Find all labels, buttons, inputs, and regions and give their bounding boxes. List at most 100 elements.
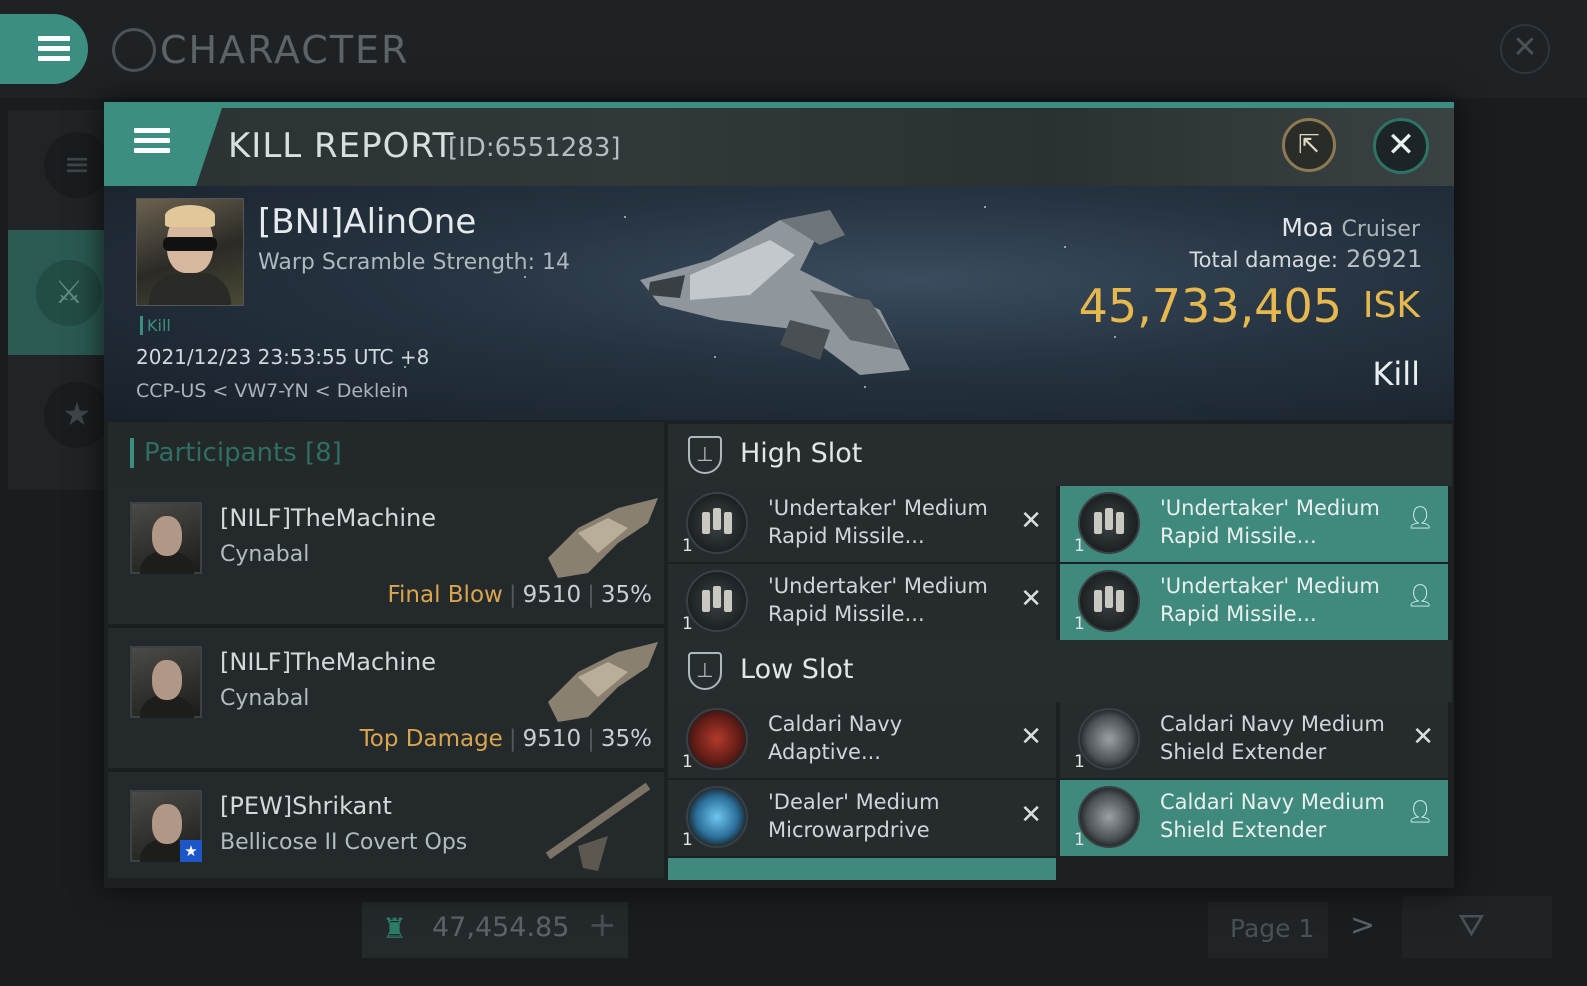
victim-portrait[interactable]	[136, 198, 244, 306]
participant-row[interactable]: ★ [PEW]Shrikant Bellicose II Covert Ops	[108, 772, 664, 878]
participant-name: [NILF]TheMachine	[220, 648, 437, 676]
dropped-person-icon: 👤︎	[1406, 584, 1434, 609]
dropped-person-icon: 👤︎	[1406, 506, 1434, 531]
module-item[interactable]: 1 'Dealer' Medium Microwarpdrive ✕	[668, 780, 1056, 856]
total-damage-value: 26921	[1346, 245, 1423, 273]
list-icon[interactable]: ≡	[44, 132, 110, 198]
module-name: 'Undertaker' Medium Rapid Missile...	[768, 496, 988, 548]
result-label: Kill	[1372, 355, 1420, 393]
participant-name: [PEW]Shrikant	[220, 792, 392, 820]
ship-type: Moa	[1281, 213, 1334, 242]
missile-launcher-icon	[1078, 492, 1140, 554]
module-item[interactable]: 1 'Undertaker' Medium Rapid Missile... ✕	[668, 486, 1056, 562]
star-badge-icon: ★	[180, 840, 202, 862]
participant-ship: Cynabal	[220, 686, 310, 711]
module-name: 'Undertaker' Medium Rapid Missile...	[1160, 496, 1380, 548]
page-label: Page 1	[1230, 914, 1315, 943]
missile-launcher-icon	[1078, 570, 1140, 632]
menu-icon	[134, 128, 170, 154]
final-blow-tag: Final Blow	[387, 582, 503, 608]
hardener-icon	[686, 708, 748, 770]
next-page-button[interactable]: >	[1350, 908, 1375, 943]
ship-class: Cruiser	[1341, 217, 1420, 242]
shield-extender-icon	[1078, 786, 1140, 848]
dialog-close-button[interactable]: ✕	[1373, 118, 1429, 174]
participant-stats: Top Damage | 9510 | 35%	[359, 726, 652, 752]
ship-image[interactable]	[630, 200, 930, 390]
shield-slot-icon: ⊥	[688, 436, 722, 474]
kill-location[interactable]: CCP-US < VW7-YN < Deklein	[136, 380, 408, 402]
participant-row[interactable]: [NILF]TheMachine Cynabal Top Damage | 9510…	[108, 628, 664, 772]
destroyed-icon: ✕	[1412, 722, 1434, 752]
module-qty: 1	[1074, 752, 1085, 772]
main-menu-button[interactable]	[0, 14, 88, 84]
participant-ship-image	[548, 498, 658, 578]
module-name: 'Undertaker' Medium Rapid Missile...	[768, 574, 988, 626]
close-icon: ✕	[1386, 125, 1416, 165]
character-icon	[112, 28, 156, 72]
star-icon[interactable]: ★	[44, 382, 110, 448]
participant-name: [NILF]TheMachine	[220, 504, 437, 532]
module-name: Caldari Navy Medium Shield Extender	[1160, 712, 1385, 764]
participant-portrait[interactable]	[130, 502, 202, 574]
missile-launcher-icon	[686, 492, 748, 554]
destroyed-icon: ✕	[1020, 722, 1042, 752]
module-item[interactable]: 1 'Undertaker' Medium Rapid Missile... ✕	[668, 564, 1056, 640]
isk-unit: ISK	[1362, 285, 1420, 326]
victim-name[interactable]: [BNI]AlinOne	[258, 202, 476, 242]
participant-ship-image	[545, 782, 651, 871]
participant-portrait[interactable]: ★	[130, 790, 202, 862]
participant-ship: Cynabal	[220, 542, 310, 567]
module-item[interactable]: 1 Caldari Navy Adaptive... ✕	[668, 702, 1056, 778]
module-qty: 1	[682, 830, 693, 850]
destroyed-icon: ✕	[1020, 800, 1042, 830]
close-icon[interactable]: ✕	[1500, 24, 1550, 74]
module-qty: 1	[1074, 830, 1085, 850]
module-qty: 1	[682, 752, 693, 772]
module-item[interactable]: 1 Caldari Navy Medium Shield Extender ✕	[1060, 702, 1448, 778]
filter-icon: ⛛	[1458, 906, 1485, 944]
module-item[interactable]: 1 'Undertaker' Medium Rapid Missile... 👤︎	[1060, 486, 1448, 562]
participant-damage: 9510	[522, 582, 582, 608]
isk-icon: ♜	[382, 912, 408, 945]
participant-stats: Final Blow | 9510 | 35%	[387, 582, 652, 608]
module-item[interactable]: 1 Caldari Navy Medium Shield Extender 👤︎	[1060, 780, 1448, 856]
module-name: 'Dealer' Medium Microwarpdrive	[768, 790, 940, 842]
kill-datetime: 2021/12/23 23:53:55 UTC +8	[136, 345, 430, 369]
sidebar-item-killmails[interactable]: ⚔	[8, 230, 106, 355]
module-qty: 1	[682, 536, 693, 556]
report-id[interactable]: [ID:6551283]	[448, 133, 621, 163]
module-qty: 1	[682, 614, 693, 634]
warp-scramble-strength: Warp Scramble Strength: 14	[258, 250, 571, 275]
total-damage-label: Total damage:	[1189, 248, 1338, 272]
isk-value: 45,733,405	[1078, 279, 1342, 333]
share-icon: ⇱	[1298, 130, 1320, 160]
destroyed-icon: ✕	[1020, 506, 1042, 536]
participant-ship-image	[548, 642, 658, 722]
crossed-swords-icon: ⚔	[36, 260, 102, 326]
participant-damage: 9510	[522, 726, 582, 752]
participant-damage-pct: 35%	[600, 582, 652, 608]
module-item[interactable]: 1 'Undertaker' Medium Rapid Missile... 👤︎	[1060, 564, 1448, 640]
module-item-partial[interactable]	[668, 858, 1056, 880]
microwarpdrive-icon	[686, 786, 748, 848]
menu-icon	[38, 36, 70, 62]
participants-count: [8]	[305, 438, 342, 468]
module-name: Caldari Navy Adaptive...	[768, 712, 903, 764]
kill-tag: Kill	[140, 316, 171, 335]
high-slot-title: High Slot	[740, 438, 863, 469]
page-title: CHARACTER	[160, 28, 410, 72]
module-name: Caldari Navy Medium Shield Extender	[1160, 790, 1385, 842]
top-damage-tag: Top Damage	[359, 726, 503, 752]
add-isk-button[interactable]: +	[588, 905, 617, 945]
module-name: 'Undertaker' Medium Rapid Missile...	[1160, 574, 1380, 626]
low-slot-title: Low Slot	[740, 654, 854, 685]
module-qty: 1	[1074, 614, 1085, 634]
participant-row[interactable]: [NILF]TheMachine Cynabal Final Blow | 9510…	[108, 484, 664, 628]
participants-title: Participants [8]	[130, 438, 342, 468]
participant-portrait[interactable]	[130, 646, 202, 718]
share-button[interactable]: ⇱	[1282, 118, 1336, 172]
ship-name[interactable]: Moa Cruiser	[1200, 213, 1420, 242]
shield-slot-icon: ⊥	[688, 652, 722, 690]
participant-ship: Bellicose II Covert Ops	[220, 830, 468, 855]
